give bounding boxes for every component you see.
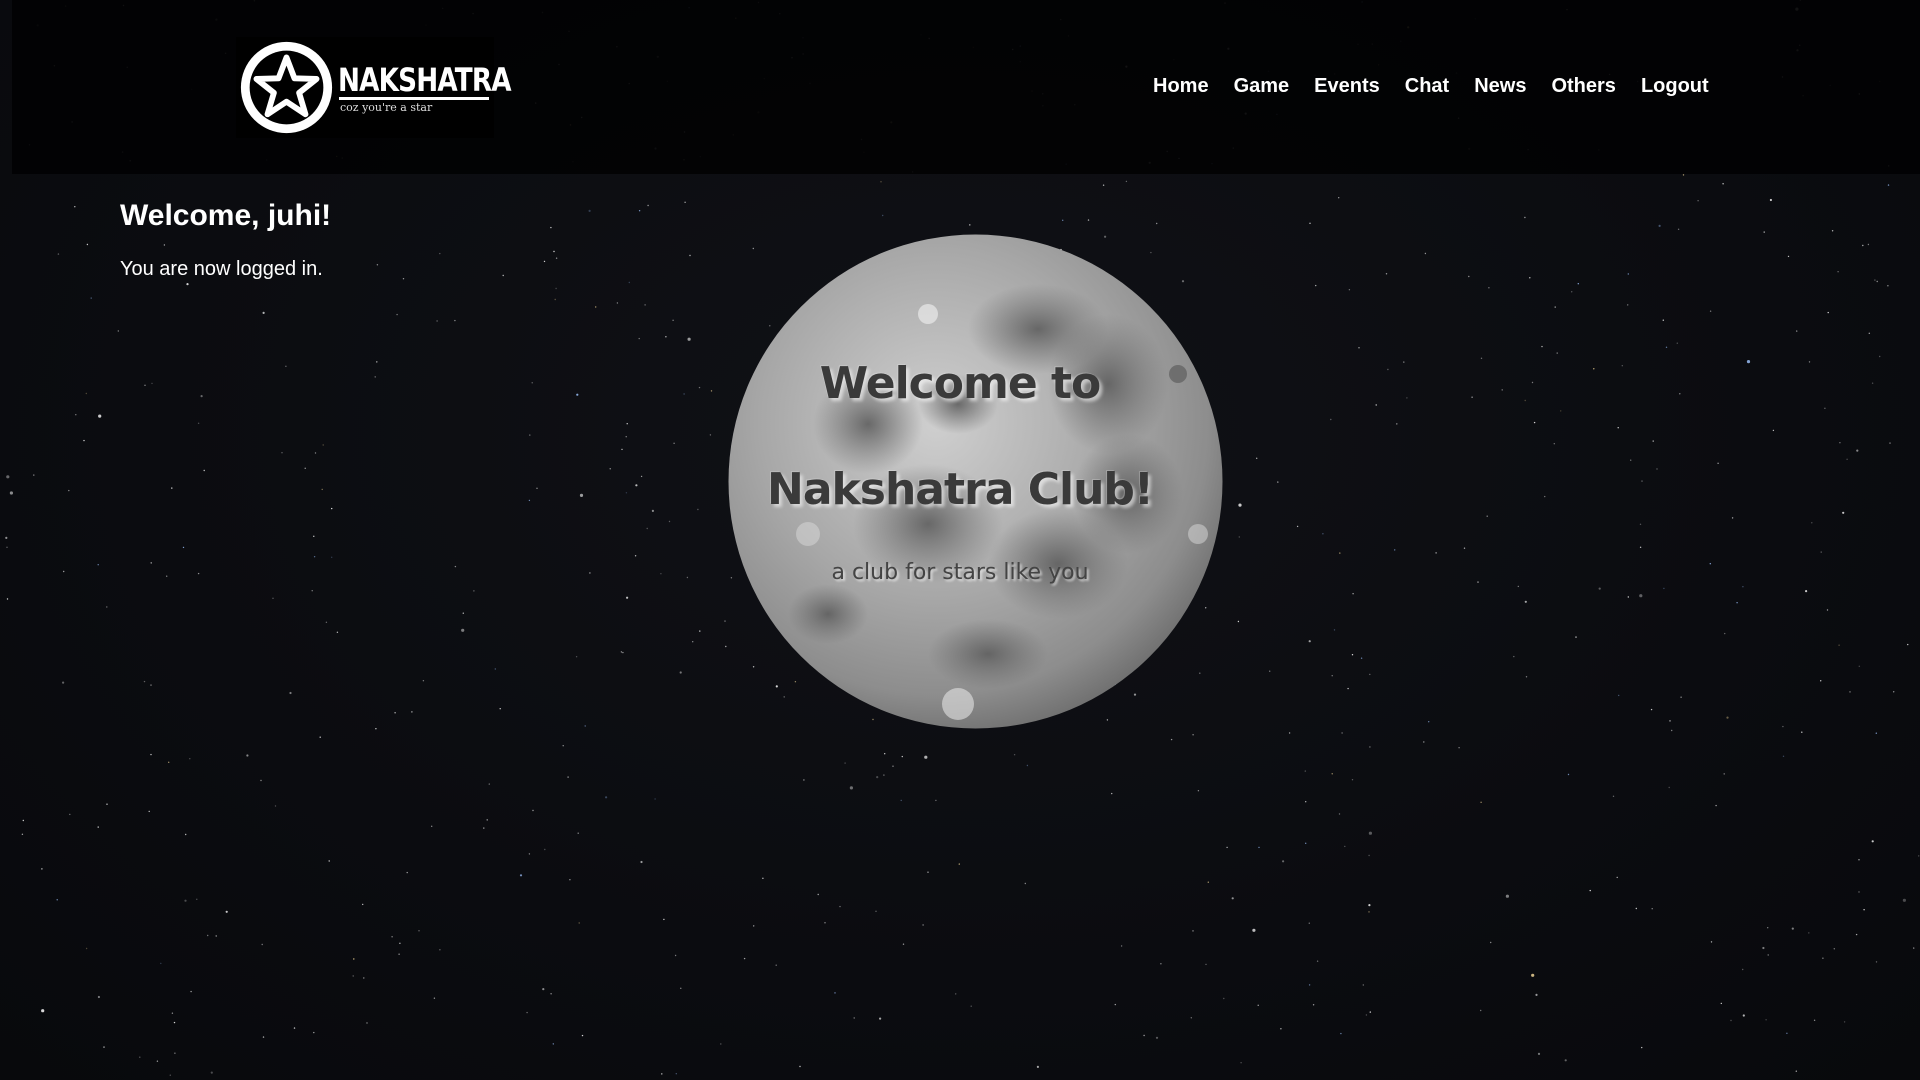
star-logo-icon bbox=[240, 41, 333, 134]
main-nav: Home Game Events Chat News Others Logout bbox=[1153, 74, 1709, 98]
nav-game[interactable]: Game bbox=[1234, 74, 1290, 98]
login-status-text: You are now logged in. bbox=[120, 258, 323, 280]
nav-news[interactable]: News bbox=[1474, 74, 1526, 98]
hero-title-line1: Welcome to bbox=[819, 358, 1101, 409]
brand-tagline: coz you're a star bbox=[340, 101, 433, 114]
nav-home[interactable]: Home bbox=[1153, 74, 1209, 98]
nav-logout[interactable]: Logout bbox=[1641, 74, 1709, 98]
welcome-heading: Welcome, juhi! bbox=[120, 199, 332, 232]
welcome-block: Welcome, juhi! You are now logged in. bbox=[120, 196, 331, 282]
nav-chat[interactable]: Chat bbox=[1405, 74, 1449, 98]
brand-underline bbox=[339, 97, 489, 100]
page: NAKSHATRA coz you're a star Home Game Ev… bbox=[0, 0, 1920, 1080]
brand-name: NAKSHATRA bbox=[338, 61, 512, 99]
nav-others[interactable]: Others bbox=[1551, 74, 1615, 98]
site-header: NAKSHATRA coz you're a star Home Game Ev… bbox=[12, 0, 1920, 174]
hero-tagline: a club for stars like you bbox=[831, 560, 1089, 585]
hero-title-line2: Nakshatra Club! bbox=[767, 464, 1154, 515]
nav-events[interactable]: Events bbox=[1314, 74, 1380, 98]
brand-logo[interactable]: NAKSHATRA coz you're a star bbox=[236, 37, 512, 138]
